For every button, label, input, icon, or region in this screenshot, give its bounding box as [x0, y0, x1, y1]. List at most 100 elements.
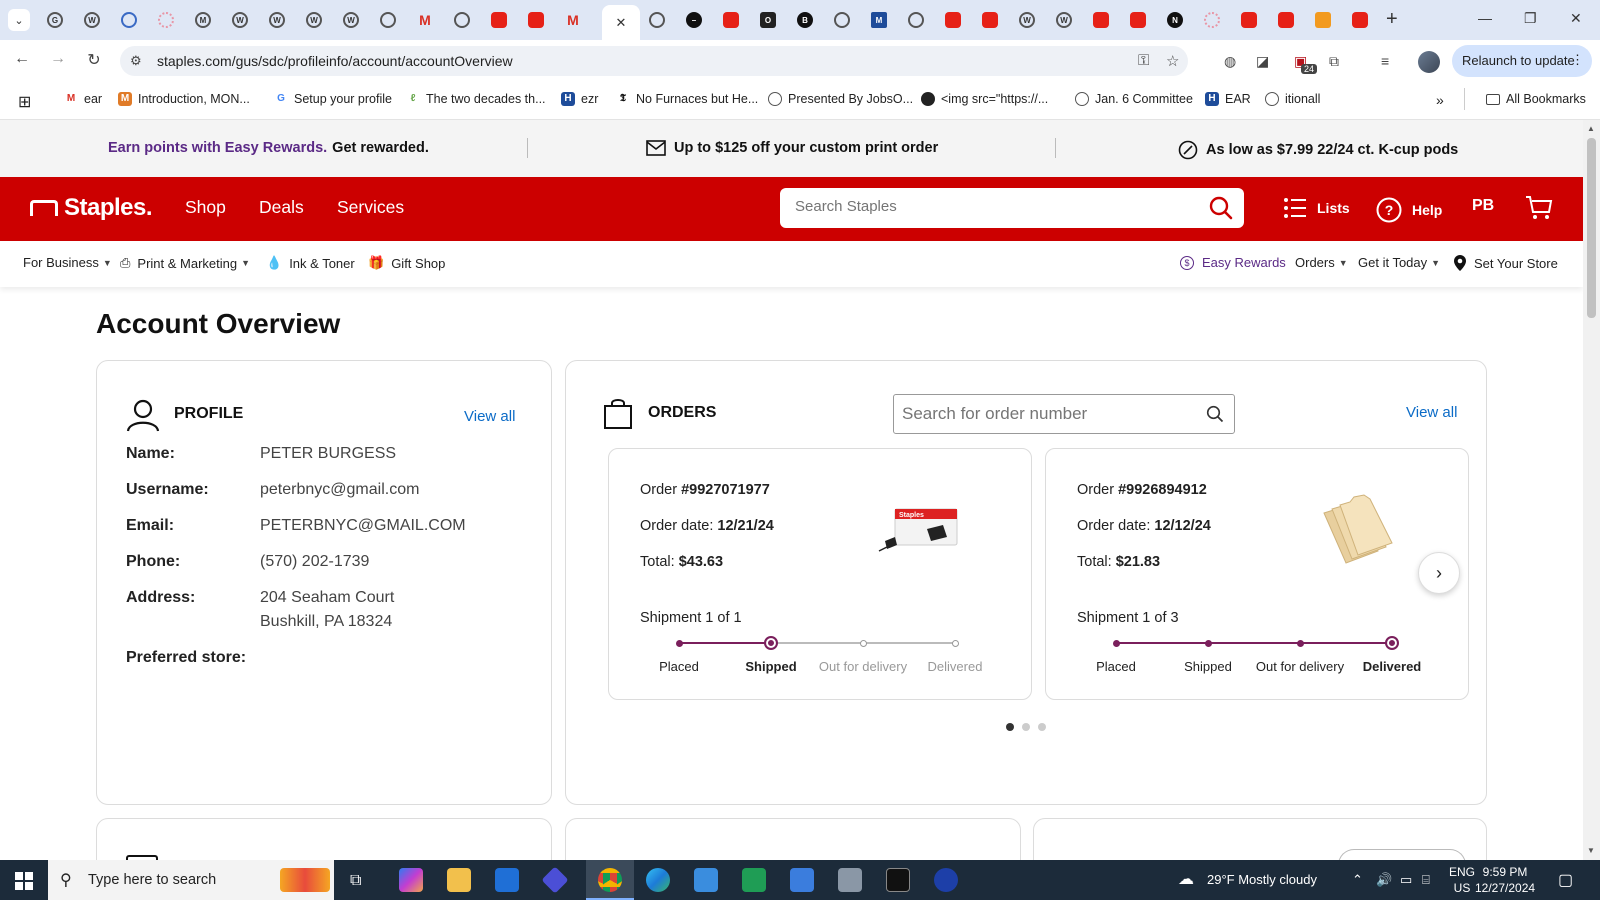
apps-grid-icon[interactable]: ⊞: [18, 92, 31, 112]
tab-wp-4[interactable]: W: [302, 8, 326, 32]
task-view-icon[interactable]: ⧉: [350, 872, 361, 890]
extensions-puzzle-icon[interactable]: ⧉: [1329, 53, 1339, 70]
address-bar[interactable]: ⚙ staples.com/gus/sdc/profileinfo/accoun…: [120, 46, 1188, 76]
all-bookmarks[interactable]: All Bookmarks: [1486, 92, 1586, 106]
terminal-app-icon[interactable]: [886, 868, 910, 892]
nav-services[interactable]: Services: [337, 197, 404, 218]
subnav-ink-toner[interactable]: 💧 Ink & Toner: [266, 255, 355, 271]
show-hidden-icons[interactable]: ⌃: [1352, 872, 1363, 888]
volume-icon[interactable]: 🔊: [1376, 872, 1392, 888]
tab-gmail-3[interactable]: M: [561, 8, 585, 32]
tab-youtube-2[interactable]: [524, 8, 548, 32]
bookmark-1[interactable]: M Introduction, MON...: [118, 92, 250, 106]
tab-globe-4[interactable]: [904, 8, 928, 32]
promo-kcup[interactable]: As low as $7.99 22/24 ct. K-cup pods: [1178, 140, 1458, 160]
tab-black-circle[interactable]: –: [682, 8, 706, 32]
weather-icon[interactable]: ☁: [1178, 869, 1194, 889]
cart-icon[interactable]: [1525, 195, 1553, 221]
extension-icon-1[interactable]: ◍: [1224, 53, 1236, 70]
bookmark-10[interactable]: itionall: [1265, 92, 1320, 106]
scroll-down-icon[interactable]: ▼: [1587, 846, 1595, 855]
bookmark-8[interactable]: Jan. 6 Committee: [1075, 92, 1193, 106]
windows-start-icon[interactable]: [15, 872, 33, 890]
nav-shop[interactable]: Shop: [185, 197, 226, 218]
carousel-pager-dot[interactable]: [1006, 723, 1014, 731]
notifications-icon[interactable]: ▢: [1558, 870, 1573, 890]
network-icon[interactable]: ⌸: [1422, 872, 1430, 888]
subnav-get-it-today[interactable]: Get it Today ▼: [1358, 255, 1440, 270]
docs-app-icon[interactable]: [790, 868, 814, 892]
more-bookmarks-chevron-icon[interactable]: »: [1436, 92, 1444, 108]
photos-app-icon[interactable]: [694, 868, 718, 892]
help-button[interactable]: ? Help: [1376, 197, 1442, 223]
bookmark-6[interactable]: Presented By JobsO...: [768, 92, 913, 106]
tab-copilot[interactable]: [645, 8, 669, 32]
tab-colorful[interactable]: [376, 8, 400, 32]
image-app-icon[interactable]: [838, 868, 862, 892]
back-icon[interactable]: ←: [12, 50, 32, 68]
tab-globe-2[interactable]: [450, 8, 474, 32]
tab-m-blue[interactable]: M: [867, 8, 891, 32]
scroll-thumb[interactable]: [1587, 138, 1596, 318]
tab-youtube-6[interactable]: [1089, 8, 1113, 32]
site-info-icon[interactable]: ⚙: [130, 53, 142, 69]
lists-button[interactable]: Lists: [1283, 197, 1350, 219]
restore-icon[interactable]: ❐: [1524, 10, 1537, 27]
tab-youtube-8[interactable]: [1237, 8, 1261, 32]
subnav-set-store[interactable]: Set Your Store: [1454, 255, 1558, 271]
close-window-icon[interactable]: ✕: [1570, 10, 1582, 27]
bookmark-star-icon[interactable]: ☆: [1166, 52, 1179, 70]
staples-logo[interactable]: Staples.: [30, 194, 153, 222]
tab-youtube-5[interactable]: [978, 8, 1002, 32]
pen-app-icon[interactable]: [541, 866, 569, 894]
more-menu-icon[interactable]: ⋮: [1571, 52, 1584, 68]
url-text[interactable]: staples.com/gus/sdc/profileinfo/account/…: [157, 53, 513, 69]
tab-web[interactable]: [117, 8, 141, 32]
carousel-pager-dot[interactable]: [1022, 723, 1030, 731]
tab-active-staples[interactable]: ✕: [602, 5, 640, 40]
chrome-app-icon[interactable]: [598, 868, 622, 892]
minimize-icon[interactable]: —: [1478, 10, 1492, 26]
bookmark-3[interactable]: ℓ The two decades th...: [406, 92, 546, 106]
store-app-icon[interactable]: [495, 868, 519, 892]
system-clock[interactable]: 9:59 PM 12/27/2024: [1475, 864, 1535, 896]
relaunch-button[interactable]: Relaunch to update ⋮: [1452, 45, 1592, 77]
taskbar-search[interactable]: ⚲ Type here to search: [48, 860, 334, 900]
tab-dark-logo[interactable]: N: [1163, 8, 1187, 32]
tab-youtube-4[interactable]: [941, 8, 965, 32]
edge-app-icon[interactable]: [646, 868, 670, 892]
promo-print-order[interactable]: Up to $125 off your custom print order: [646, 140, 938, 156]
copilot-app-icon[interactable]: [399, 868, 423, 892]
tab-wp-7[interactable]: W: [1052, 8, 1076, 32]
tab-wp-2[interactable]: W: [228, 8, 252, 32]
new-tab-button[interactable]: +: [1386, 9, 1398, 29]
promo-easy-rewards[interactable]: Earn points with Easy Rewards. Get rewar…: [108, 140, 429, 156]
vpn-app-icon[interactable]: [934, 868, 958, 892]
close-tab-icon[interactable]: ✕: [616, 15, 627, 31]
tab-youtube-10[interactable]: [1348, 8, 1372, 32]
nav-deals[interactable]: Deals: [259, 197, 304, 218]
tab-google[interactable]: G: [43, 8, 67, 32]
tab-wp-5[interactable]: W: [339, 8, 363, 32]
account-initials[interactable]: PB: [1472, 197, 1494, 215]
file-explorer-icon[interactable]: [447, 868, 471, 892]
file-folders-image[interactable]: [1316, 491, 1400, 575]
battery-icon[interactable]: ▭: [1400, 872, 1412, 888]
bookmark-2[interactable]: G Setup your profile: [274, 92, 392, 106]
tab-wp-3[interactable]: W: [265, 8, 289, 32]
tab-orange[interactable]: [1311, 8, 1335, 32]
bookmark-5[interactable]: 𝕿 No Furnaces but He...: [616, 92, 758, 106]
tab-dotted[interactable]: [1200, 8, 1224, 32]
tab-gmail-1[interactable]: M: [191, 8, 215, 32]
subnav-gift-shop[interactable]: 🎁 Gift Shop: [368, 255, 445, 271]
order-number[interactable]: #9926894912: [1118, 482, 1207, 498]
carousel-pager-dot[interactable]: [1038, 723, 1046, 731]
subnav-orders[interactable]: Orders ▼: [1295, 255, 1348, 270]
tab-globe-3[interactable]: [830, 8, 854, 32]
subnav-for-business[interactable]: For Business ▼: [23, 255, 112, 270]
subnav-easy-rewards[interactable]: $ Easy Rewards: [1180, 255, 1286, 270]
tab-youtube-9[interactable]: [1274, 8, 1298, 32]
binder-clips-image[interactable]: Staples: [877, 507, 959, 555]
lower-card-button[interactable]: [1338, 849, 1466, 860]
profile-avatar[interactable]: [1418, 51, 1440, 73]
